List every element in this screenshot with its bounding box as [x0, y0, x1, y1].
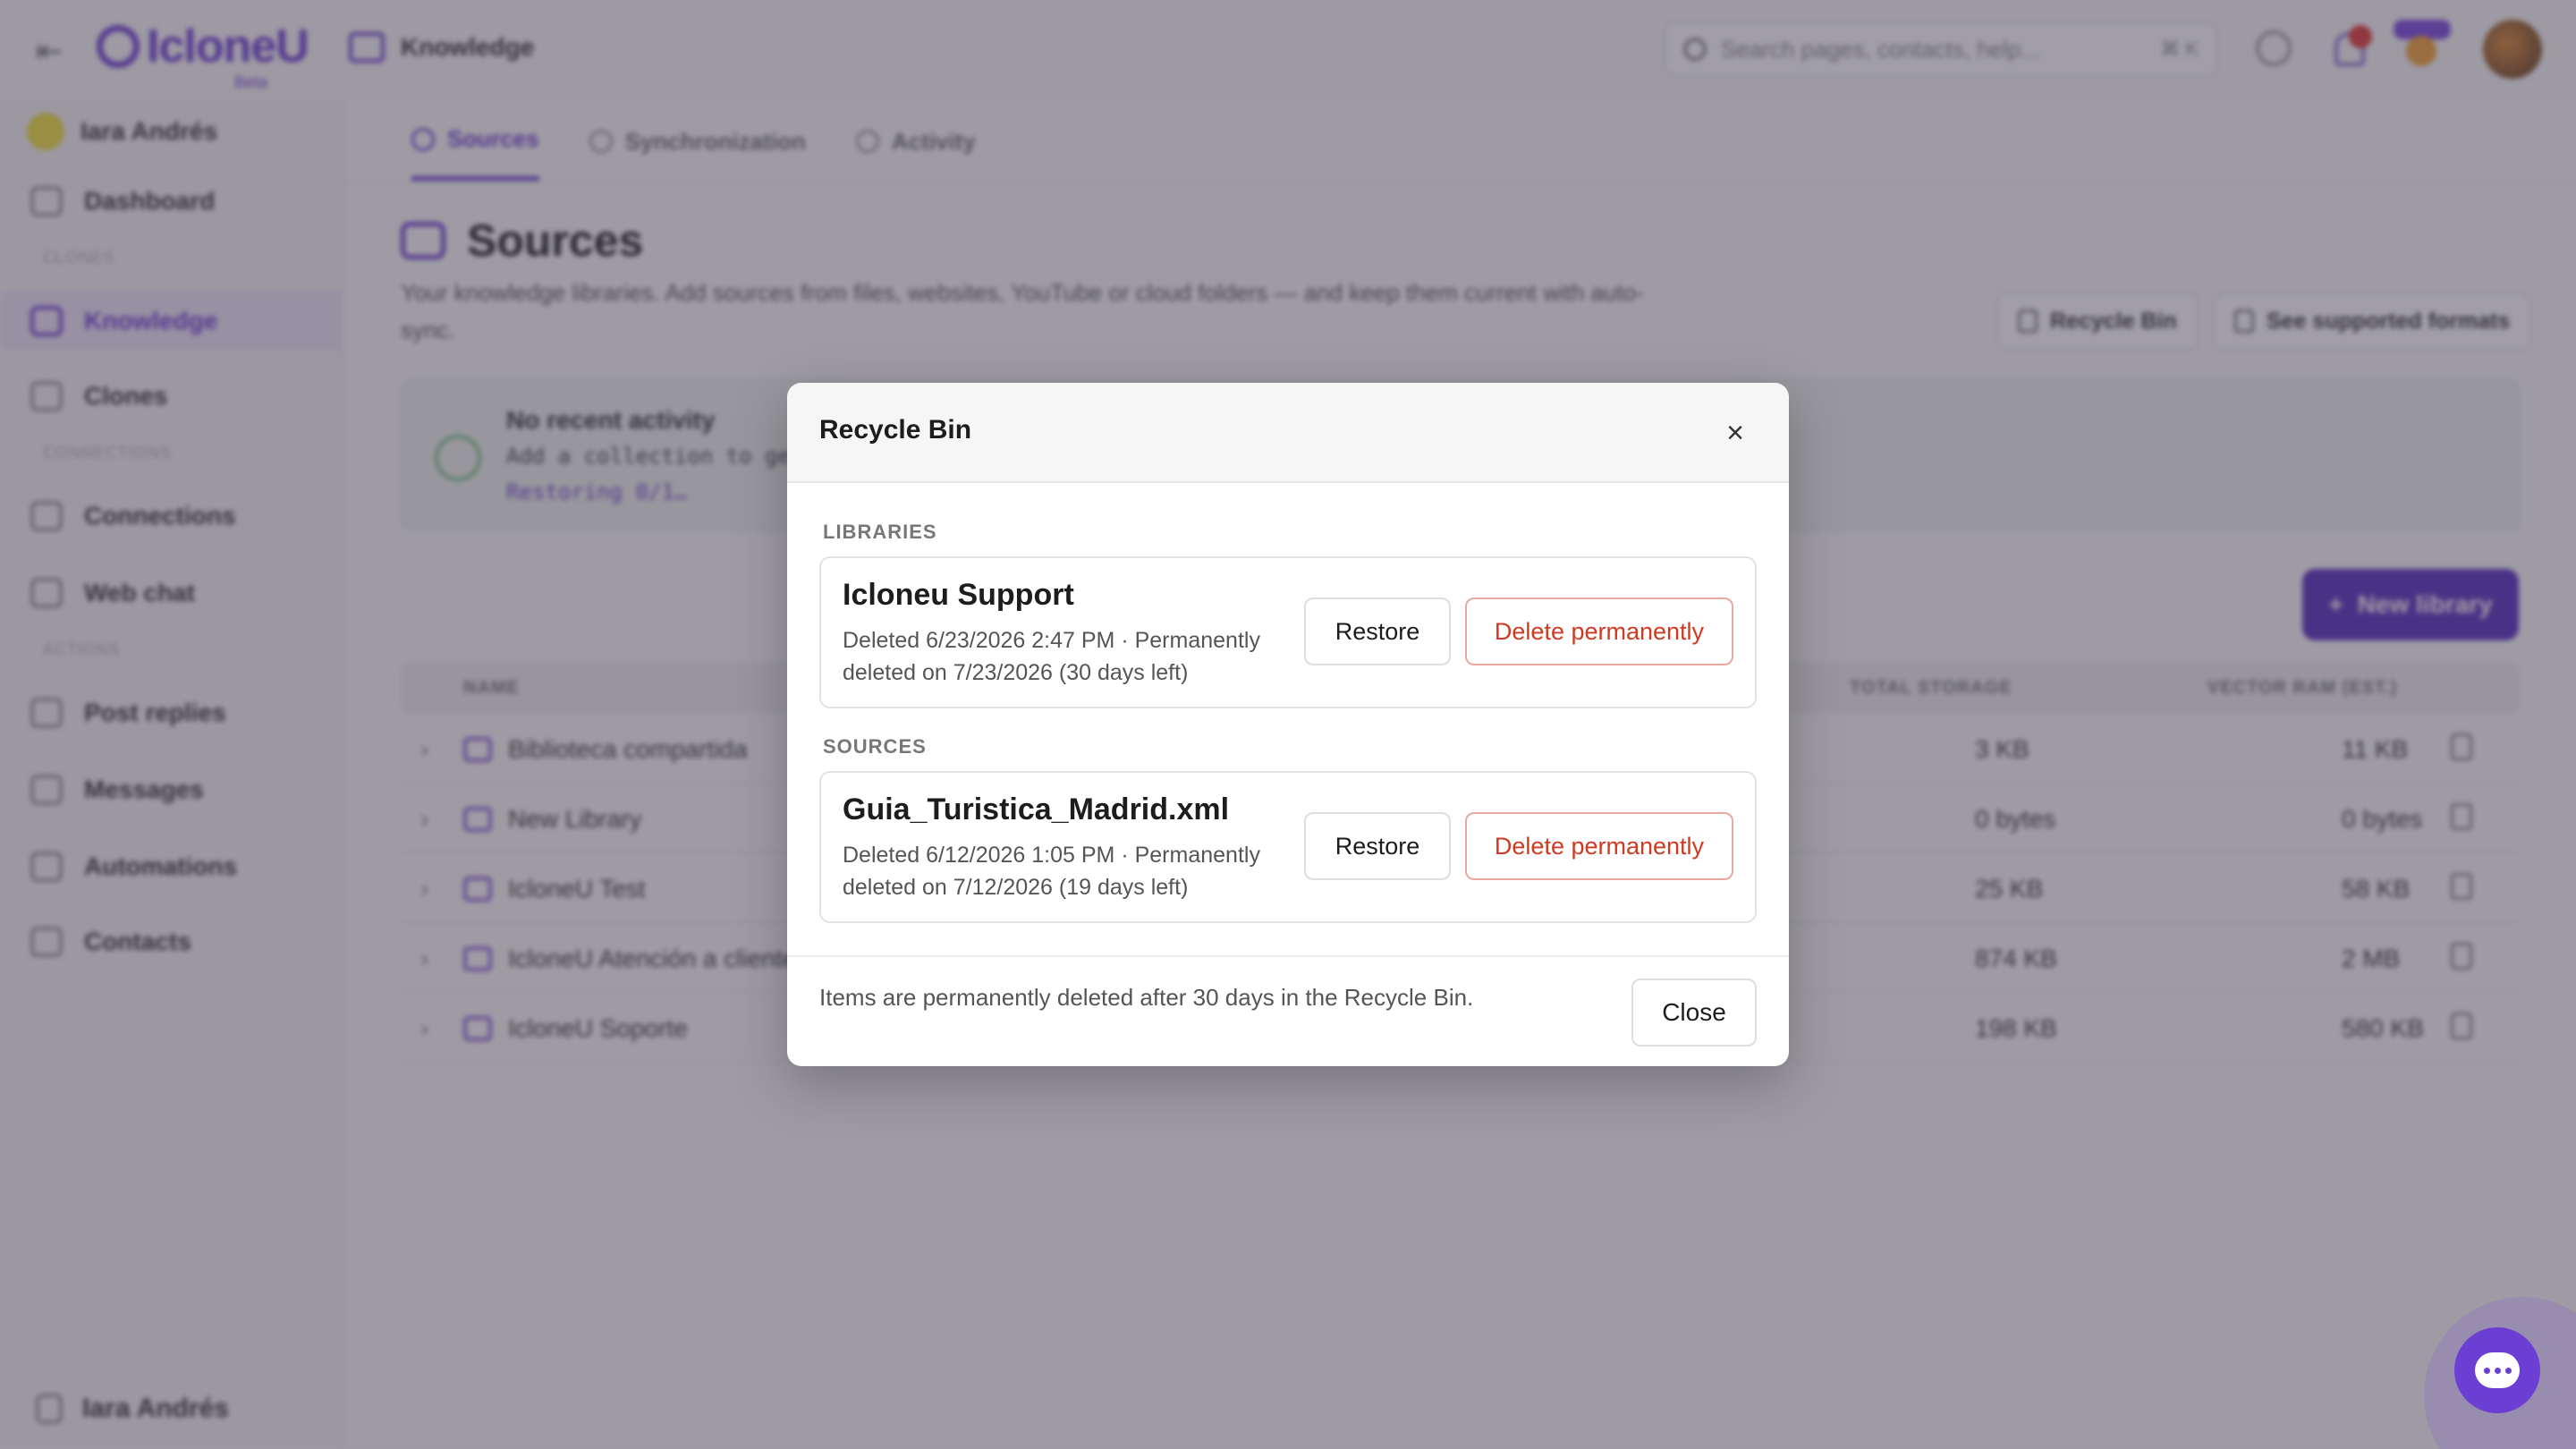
delete-permanently-button[interactable]: Delete permanently	[1465, 812, 1733, 880]
recycle-bin-dialog: Recycle Bin × LIBRARIES Icloneu Support …	[787, 383, 1789, 1066]
libraries-section-label: LIBRARIES	[823, 521, 937, 543]
close-icon[interactable]: ×	[1716, 413, 1755, 453]
deleted-item-name: Icloneu Support	[843, 578, 1074, 612]
restore-button[interactable]: Restore	[1304, 812, 1451, 880]
dialog-header: Recycle Bin ×	[787, 383, 1789, 483]
close-button[interactable]: Close	[1631, 979, 1757, 1046]
delete-permanently-button[interactable]: Delete permanently	[1465, 597, 1733, 665]
deleted-library-card: Icloneu Support Deleted 6/23/2026 2:47 P…	[819, 556, 1757, 708]
dialog-title: Recycle Bin	[819, 415, 972, 445]
restore-button[interactable]: Restore	[1304, 597, 1451, 665]
deleted-item-name: Guia_Turistica_Madrid.xml	[843, 792, 1230, 826]
retention-note: Items are permanently deleted after 30 d…	[819, 984, 1474, 1011]
chat-bubble-icon	[2475, 1352, 2520, 1388]
sources-section-label: SOURCES	[823, 735, 927, 758]
deleted-source-card: Guia_Turistica_Madrid.xml Deleted 6/12/2…	[819, 771, 1757, 923]
dialog-footer: Items are permanently deleted after 30 d…	[787, 955, 1789, 1066]
chat-launcher-button[interactable]	[2454, 1327, 2540, 1413]
deleted-item-meta: Deleted 6/23/2026 2:47 PM · Permanently …	[843, 628, 1260, 685]
deleted-item-meta: Deleted 6/12/2026 1:05 PM · Permanently …	[843, 843, 1260, 900]
